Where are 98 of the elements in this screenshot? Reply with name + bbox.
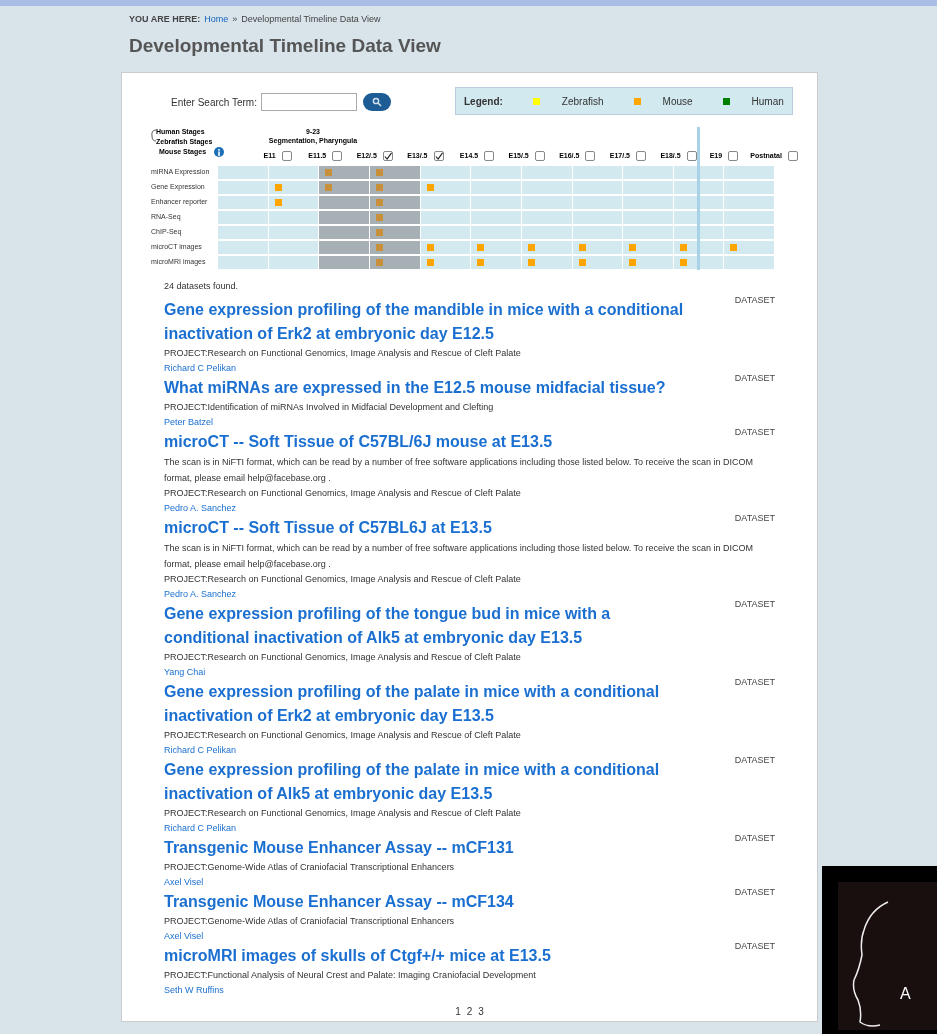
author-link[interactable]: Richard C Pelikan: [164, 742, 685, 757]
logo-text: A: [900, 984, 915, 1004]
breadcrumb-separator: »: [232, 13, 238, 27]
dataset-title-link[interactable]: microCT -- Soft Tissue of C57BL6J at E13.5: [164, 515, 685, 540]
page-link[interactable]: 3: [478, 1003, 484, 1019]
project-text: PROJECT:Research on Functional Genomics, Image Analysis and Rescue of Cleft Palate: [164, 486, 522, 500]
data-marker[interactable]: [730, 244, 738, 251]
author-link[interactable]: Yang Chai: [164, 664, 685, 679]
dataset-type-label: DATASET: [734, 753, 775, 767]
dataset-title-link[interactable]: microCT -- Soft Tissue of C57BL/6J mouse at E13.5: [164, 429, 685, 454]
stage-checkbox[interactable]: [728, 151, 739, 161]
stage-checkbox[interactable]: [332, 151, 343, 161]
stage-checkbox[interactable]: [433, 151, 444, 161]
author-link[interactable]: Axel Visel: [164, 928, 685, 943]
data-marker[interactable]: [274, 184, 282, 191]
search-button[interactable]: [362, 93, 391, 111]
data-marker[interactable]: [527, 244, 535, 251]
data-marker[interactable]: [376, 184, 383, 191]
data-marker[interactable]: [679, 244, 687, 251]
legend-label: Zebrafish: [561, 94, 604, 109]
data-marker[interactable]: [426, 184, 434, 191]
author-link[interactable]: Seth W Ruffins: [164, 982, 685, 997]
data-marker[interactable]: [274, 199, 282, 206]
data-marker[interactable]: [477, 259, 485, 266]
page-link[interactable]: 1: [455, 1003, 461, 1019]
data-marker[interactable]: [527, 259, 535, 266]
dataset-description: The scan is in NiFTI format, which can be read by a number of free software applications including those listed below. To receive the scan in DICOM format, please email help@facebase.org .: [164, 541, 755, 571]
dataset-title-link[interactable]: Gene expression profiling of the tongue bud in mice with a conditional inactivation of Alk5 at embryonic day E13.5: [164, 601, 685, 650]
data-marker[interactable]: [477, 244, 485, 251]
author-link[interactable]: Pedro A. Sanchez: [164, 586, 685, 601]
breadcrumb-link[interactable]: Home: [204, 13, 229, 27]
page-link[interactable]: 2: [466, 1003, 473, 1019]
head-profile-icon: [850, 900, 890, 1030]
breadcrumb-current: Developmental Timeline Data View: [241, 13, 381, 27]
search-label: Enter Search Term:: [171, 95, 257, 110]
dataset-title-link[interactable]: Gene expression profiling of the mandible in mice with a conditional inactivation of Erk2 at embryonic day E12.5: [164, 297, 685, 346]
dataset-title-link[interactable]: Transgenic Mouse Enhancer Assay -- mCF131: [164, 835, 685, 860]
author-link[interactable]: Peter Batzel: [164, 414, 685, 429]
legend-label: Human: [751, 94, 784, 109]
stage-checkbox[interactable]: [686, 151, 697, 161]
page-title: Developmental Timeline Data View: [129, 34, 442, 58]
stage-checkbox[interactable]: [585, 151, 596, 161]
stage-checkbox[interactable]: [484, 151, 495, 161]
legend-title: Legend:: [463, 94, 503, 109]
stage-checkbox[interactable]: [382, 151, 393, 161]
project-text: PROJECT:Research on Functional Genomics, Image Analysis and Rescue of Cleft Palate: [164, 806, 522, 820]
author-link[interactable]: Axel Visel: [164, 874, 685, 889]
data-marker[interactable]: [578, 259, 586, 266]
dataset-description: The scan is in NiFTI format, which can be read by a number of free software applications including those listed below. To receive the scan in DICOM format, please email help@facebase.org .: [164, 455, 755, 485]
data-marker[interactable]: [376, 169, 383, 176]
legend-label: Mouse: [662, 94, 693, 109]
data-marker[interactable]: [376, 259, 383, 266]
search-icon: [371, 97, 382, 107]
data-marker[interactable]: [376, 229, 383, 236]
data-marker[interactable]: [426, 244, 434, 251]
project-text: PROJECT:Research on Functional Genomics, Image Analysis and Rescue of Cleft Palate: [164, 572, 522, 586]
data-marker[interactable]: [426, 259, 434, 266]
dataset-title-link[interactable]: microMRI images of skulls of Ctgf+/+ mice at E13.5: [164, 943, 685, 968]
dataset-type-label: DATASET: [734, 371, 775, 385]
data-marker[interactable]: [629, 259, 637, 266]
stage-checkbox[interactable]: [281, 151, 292, 161]
project-text: PROJECT:Genome-Wide Atlas of Craniofacial Transcriptional Enhancers: [164, 914, 456, 928]
info-icon[interactable]: [214, 147, 225, 157]
dataset-type-label: DATASET: [734, 831, 775, 845]
author-link[interactable]: Richard C Pelikan: [164, 820, 685, 835]
project-text: PROJECT:Research on Functional Genomics, Image Analysis and Rescue of Cleft Palate: [164, 650, 522, 664]
data-marker[interactable]: [325, 169, 333, 176]
dataset-type-label: DATASET: [734, 675, 775, 689]
stage-checkbox[interactable]: [636, 151, 646, 161]
dataset-type-label: DATASET: [734, 885, 775, 899]
data-marker[interactable]: [376, 199, 383, 206]
data-marker[interactable]: [629, 244, 637, 251]
dataset-title-link[interactable]: What miRNAs are expressed in the E12.5 mouse midfacial tissue?: [164, 375, 685, 400]
data-marker[interactable]: [376, 244, 383, 251]
data-marker[interactable]: [325, 184, 333, 191]
dataset-title-link[interactable]: Gene expression profiling of the palate in mice with a conditional inactivation of Alk5 at embryonic day E13.5: [164, 757, 685, 806]
project-text: PROJECT:Research on Functional Genomics, Image Analysis and Rescue of Cleft Palate: [164, 728, 522, 742]
dataset-type-label: DATASET: [734, 425, 775, 439]
project-text: PROJECT:Genome-Wide Atlas of Craniofacial Transcriptional Enhancers: [164, 860, 456, 874]
dataset-type-label: DATASET: [734, 511, 775, 525]
dataset-title-link[interactable]: Gene expression profiling of the palate in mice with a conditional inactivation of Erk2 at embryonic day E13.5: [164, 679, 685, 728]
project-text: PROJECT:Research on Functional Genomics, Image Analysis and Rescue of Cleft Palate: [164, 346, 522, 360]
data-marker[interactable]: [578, 244, 586, 251]
dataset-type-label: DATASET: [734, 597, 775, 611]
dataset-type-label: DATASET: [734, 293, 775, 307]
results-count: 24 datasets found.: [164, 280, 240, 293]
dataset-type-label: DATASET: [734, 939, 775, 953]
dataset-title-link[interactable]: Transgenic Mouse Enhancer Assay -- mCF134: [164, 889, 685, 914]
stage-checkbox[interactable]: [787, 151, 798, 161]
project-text: PROJECT:Identification of miRNAs Involved in Midfacial Development and Clefting: [164, 400, 495, 414]
breadcrumb-label: YOU ARE HERE:: [129, 13, 201, 27]
author-link[interactable]: Pedro A. Sanchez: [164, 500, 685, 515]
project-text: PROJECT:Functional Analysis of Neural Crest and Palate: Imaging Craniofacial Development: [164, 968, 537, 982]
data-marker[interactable]: [376, 214, 383, 221]
author-link[interactable]: Richard C Pelikan: [164, 360, 685, 375]
data-marker[interactable]: [679, 259, 687, 266]
search-field[interactable]: [260, 93, 357, 111]
stage-checkbox[interactable]: [534, 151, 545, 161]
